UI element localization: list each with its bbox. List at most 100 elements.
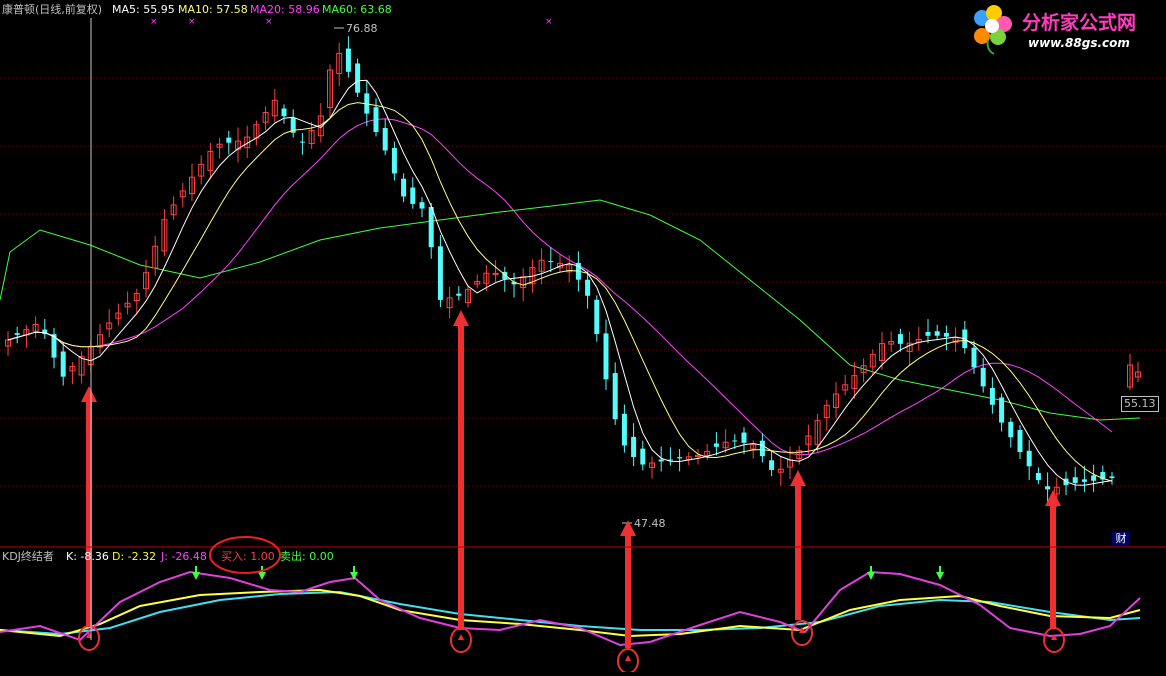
kdj-title: KDJ终结者	[2, 550, 54, 563]
candle-down	[603, 333, 609, 380]
candle-down	[391, 147, 397, 174]
kdj-j-label: J: -26.48	[161, 550, 207, 563]
candle-down	[60, 351, 66, 377]
candle-down	[713, 443, 719, 447]
ma60-path	[0, 199, 1141, 421]
finance-badge[interactable]: 财	[1112, 532, 1130, 546]
candle-down	[658, 459, 664, 462]
x-mark: ×	[188, 17, 196, 27]
green-down-arrow	[258, 572, 266, 580]
candle-down	[640, 448, 646, 465]
logo-title: 分析家公式网	[1022, 12, 1137, 34]
stock-chart-window: × × × × 康普顿(日线,前复权) MA5: 55.95 MA10: 57.58 …	[0, 0, 1166, 674]
ma10-line	[7, 102, 1113, 482]
candle-down	[925, 332, 931, 336]
candle-down	[1081, 479, 1087, 482]
candle-down	[1091, 475, 1097, 481]
logo-url: www.88gs.com	[1028, 36, 1130, 50]
x-mark: ×	[265, 17, 273, 27]
candle-down	[299, 141, 305, 143]
kdj-sell-label: 卖出: 0.00	[280, 550, 334, 563]
candle-down	[419, 202, 425, 209]
stock-title: 康普顿(日线,前复权)	[2, 3, 103, 16]
green-down-arrow	[192, 572, 200, 580]
candle-down	[456, 293, 462, 296]
buy-arrow-head	[453, 310, 469, 326]
candle-down	[971, 347, 977, 368]
candle-down	[594, 299, 600, 334]
ma10-label: MA10: 57.58	[178, 3, 248, 16]
ma20-path	[7, 118, 1113, 456]
candle-down	[585, 279, 591, 296]
ma20-label: MA20: 58.96	[250, 3, 320, 16]
candles	[5, 36, 1141, 508]
buy-arrow-shaft	[1050, 504, 1056, 628]
candle-down	[1045, 486, 1051, 490]
buy-arrow-shaft	[458, 324, 464, 630]
candle-down	[382, 128, 388, 151]
candle-down	[677, 457, 683, 459]
candle-down	[1035, 473, 1041, 481]
candle-down	[741, 432, 747, 443]
ma60-label: MA60: 63.68	[322, 3, 392, 16]
candle-down	[897, 334, 903, 344]
buy-signal-up-icon	[625, 655, 631, 661]
ma5-label: MA5: 55.95	[112, 3, 175, 16]
ma5-line	[7, 79, 1113, 486]
candle-down	[548, 261, 554, 263]
kdj-k-label: K: -8.36	[66, 550, 109, 563]
signal-marks: × × × ×	[78, 17, 1065, 674]
x-mark: ×	[150, 17, 158, 27]
candle-down	[281, 108, 287, 117]
grid-lines	[0, 77, 1166, 487]
chart-canvas[interactable]: × × × ×	[0, 0, 1166, 674]
logo: 分析家公式网 www.88gs.com	[964, 4, 1160, 56]
candle-down	[1026, 450, 1032, 467]
candle-down	[355, 63, 361, 93]
candle-down	[769, 460, 775, 470]
buy-arrow-head	[790, 470, 806, 486]
buy-arrow-shaft	[795, 484, 801, 620]
buy-arrows	[81, 310, 1061, 648]
kdj-k-path	[0, 588, 1141, 638]
ma5-path	[7, 79, 1113, 486]
candle-down	[1109, 476, 1115, 478]
green-down-arrow	[867, 572, 875, 580]
candle-down	[989, 387, 995, 405]
candle-down	[999, 397, 1005, 423]
kdj-d-label: D: -2.32	[112, 550, 157, 563]
flower-icon	[974, 5, 1012, 55]
last-price-box: 55.13	[1121, 396, 1159, 412]
ma60-line	[0, 199, 1141, 421]
candle-down	[732, 440, 738, 442]
candle-down	[759, 440, 765, 457]
kdj-buy-label: 买入: 1.00	[221, 550, 275, 563]
kdj-lines	[0, 570, 1141, 647]
candle-down	[934, 331, 940, 336]
last-price-label: 55.13	[1124, 397, 1156, 410]
candle-down	[14, 333, 20, 335]
candle-down	[437, 246, 443, 300]
candle-up	[492, 272, 499, 275]
candle-down	[428, 206, 434, 248]
x-mark: ×	[545, 17, 553, 27]
candle-down	[345, 48, 351, 72]
candle-down	[1072, 477, 1078, 483]
candle-down	[631, 436, 637, 457]
candle-down	[943, 333, 949, 337]
candle-down	[980, 367, 986, 387]
candle-down	[612, 373, 618, 420]
candle-down	[373, 107, 379, 132]
candle-down	[1017, 430, 1023, 452]
candle-down	[401, 178, 407, 197]
candle-down	[226, 137, 232, 143]
candle-down	[1008, 421, 1014, 438]
ma10-path	[7, 102, 1113, 482]
candle-down	[621, 413, 627, 446]
green-down-arrow	[936, 572, 944, 580]
ma20-line	[7, 118, 1113, 456]
buy-signal-up-icon	[458, 634, 464, 640]
buy-arrow-head	[81, 386, 97, 402]
candle-down	[410, 187, 416, 204]
buy-arrow-shaft	[625, 534, 631, 648]
